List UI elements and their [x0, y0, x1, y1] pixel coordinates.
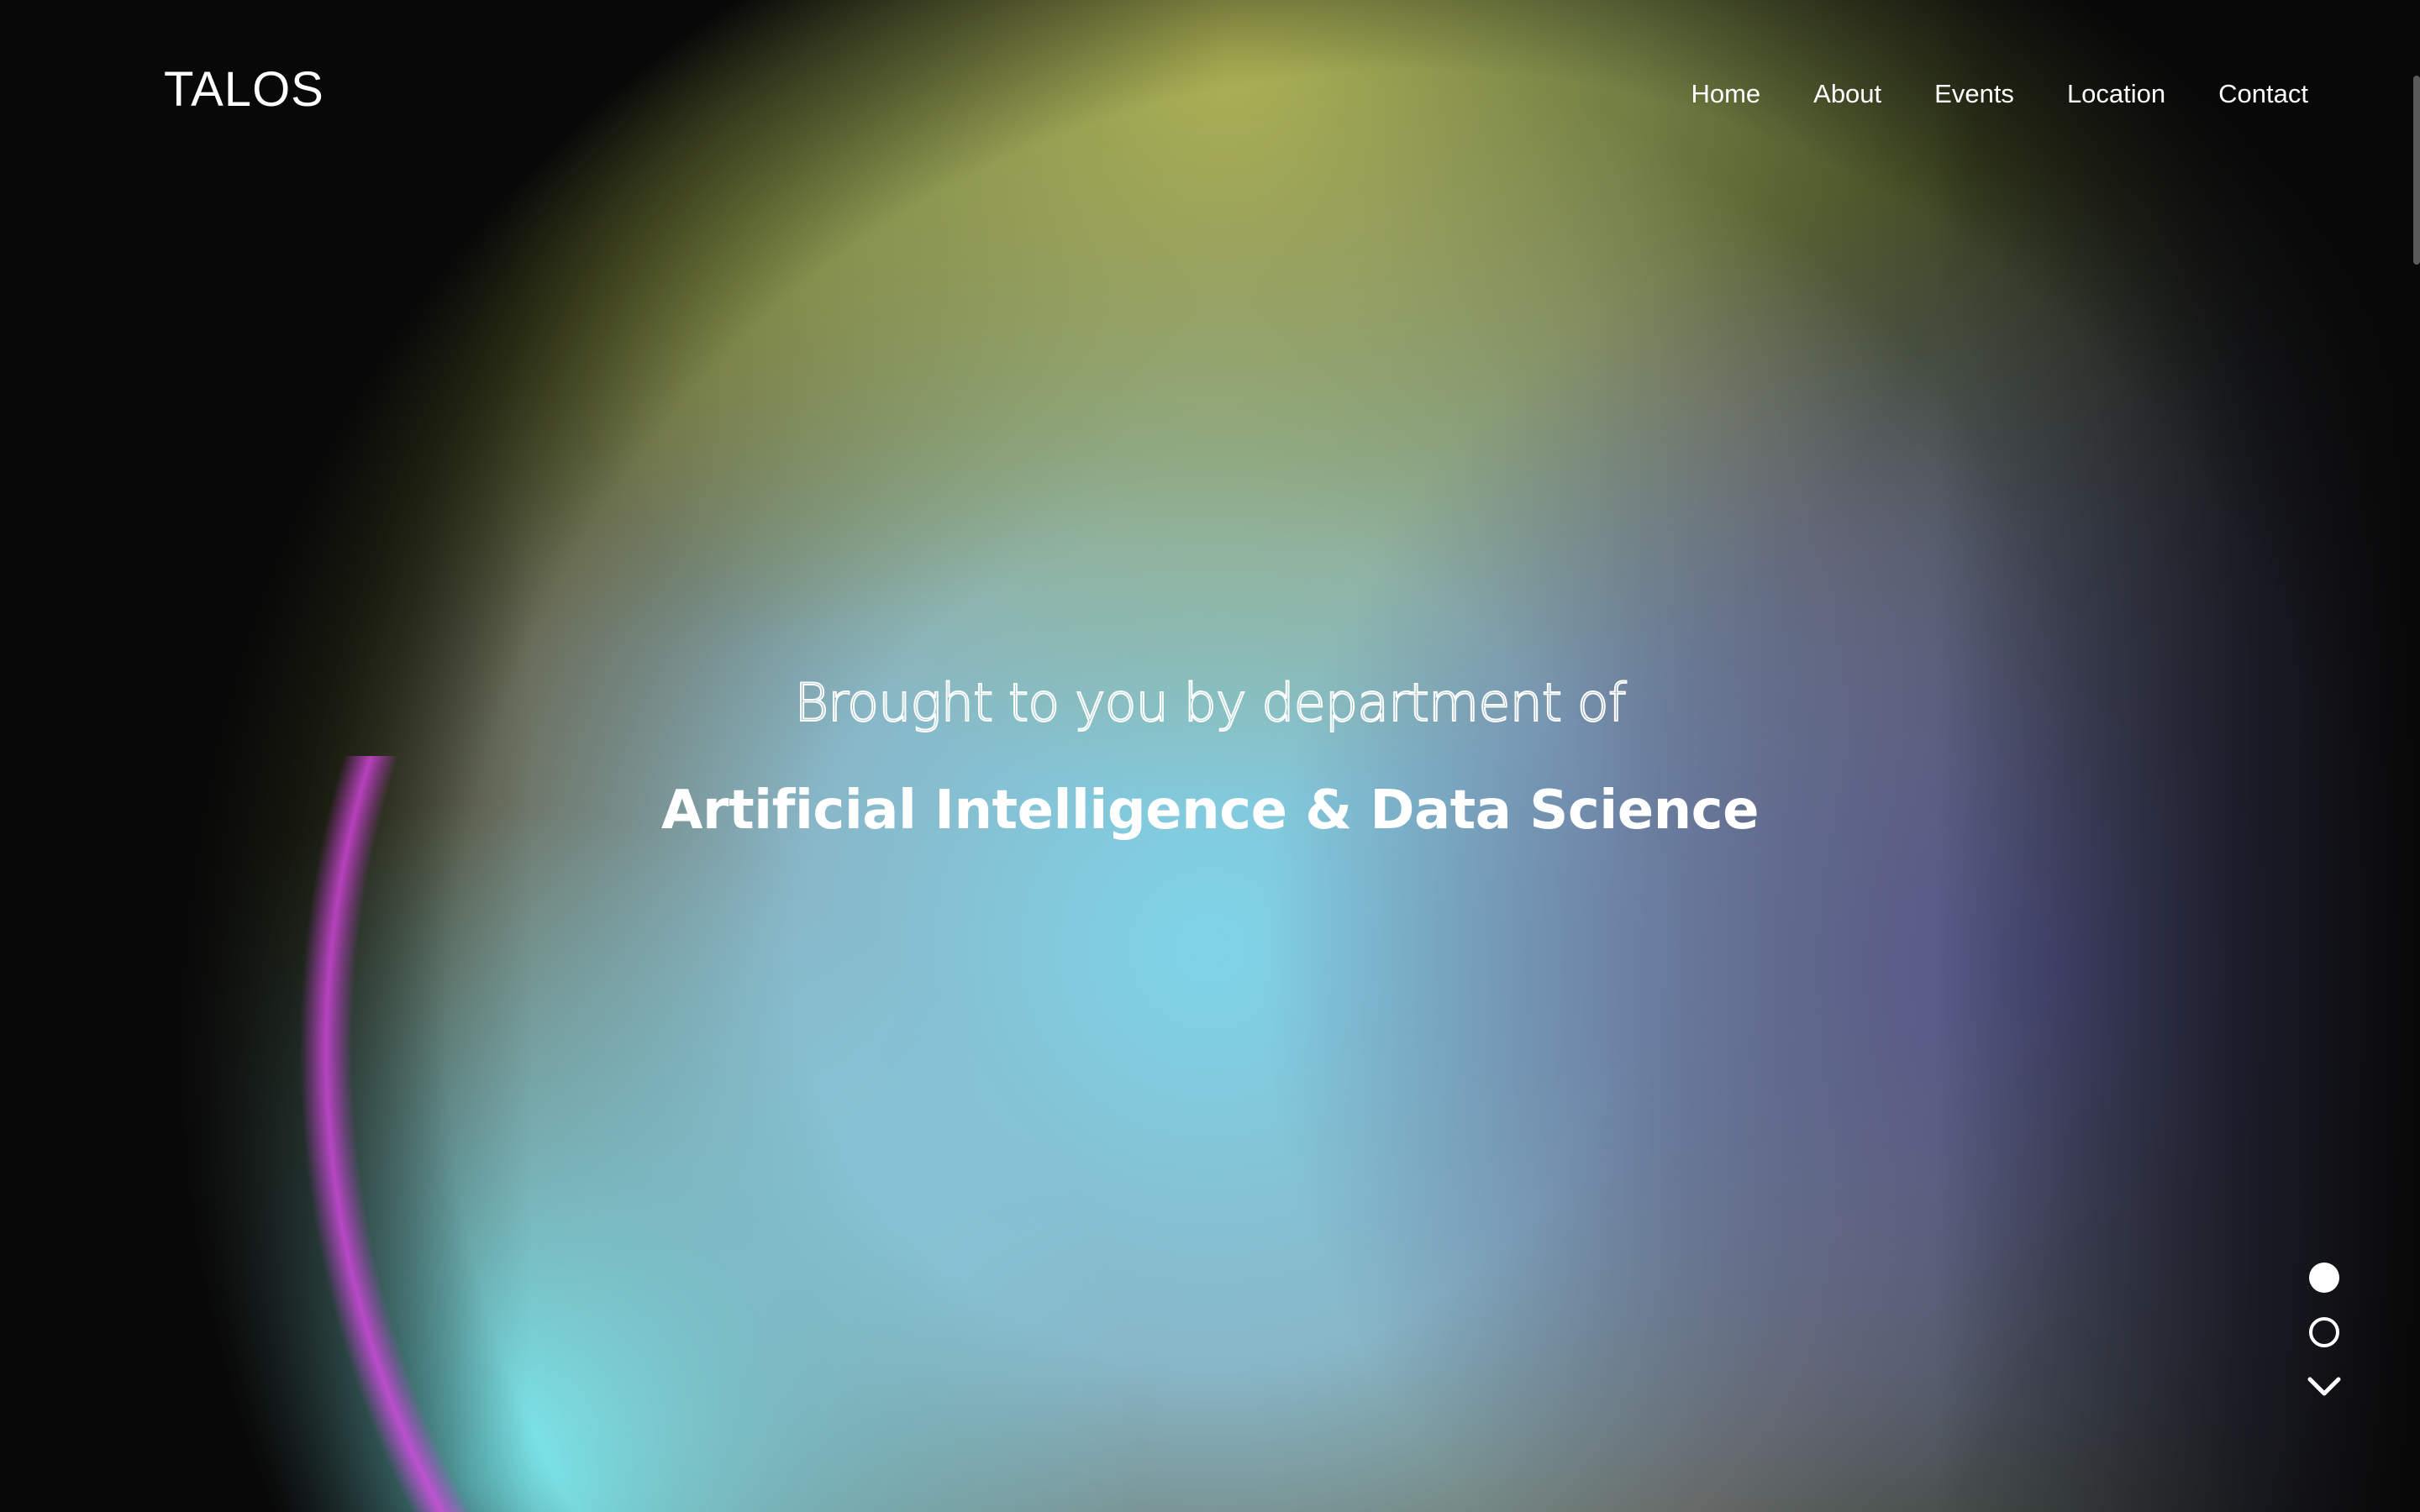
nav-contact-link[interactable]: Contact	[2218, 81, 2308, 107]
pager-dot-2[interactable]	[2309, 1317, 2339, 1347]
hero-title: Artificial Intelligence & Data Science	[660, 780, 1760, 842]
chevron-down-icon[interactable]	[2307, 1376, 2341, 1398]
hero-subtitle: Brought to you by department of	[793, 671, 1627, 734]
page: TALOS Home About Events Location Contact…	[0, 0, 2420, 1512]
scrollbar-thumb[interactable]	[2413, 76, 2420, 265]
site-logo[interactable]: TALOS	[164, 66, 324, 114]
site-header: TALOS Home About Events Location Contact	[0, 0, 2420, 193]
pager-dot-1[interactable]	[2309, 1263, 2339, 1293]
nav-events-link[interactable]: Events	[1934, 81, 2014, 107]
hero-gradient-orb	[0, 0, 2420, 1512]
nav-location-link[interactable]: Location	[2067, 81, 2165, 107]
page-scrollbar[interactable]	[2413, 0, 2420, 1512]
slide-pager	[2307, 1263, 2341, 1398]
nav-home-link[interactable]: Home	[1691, 81, 1760, 107]
main-nav: Home About Events Location Contact	[1691, 81, 2308, 107]
nav-about-link[interactable]: About	[1813, 81, 1881, 107]
